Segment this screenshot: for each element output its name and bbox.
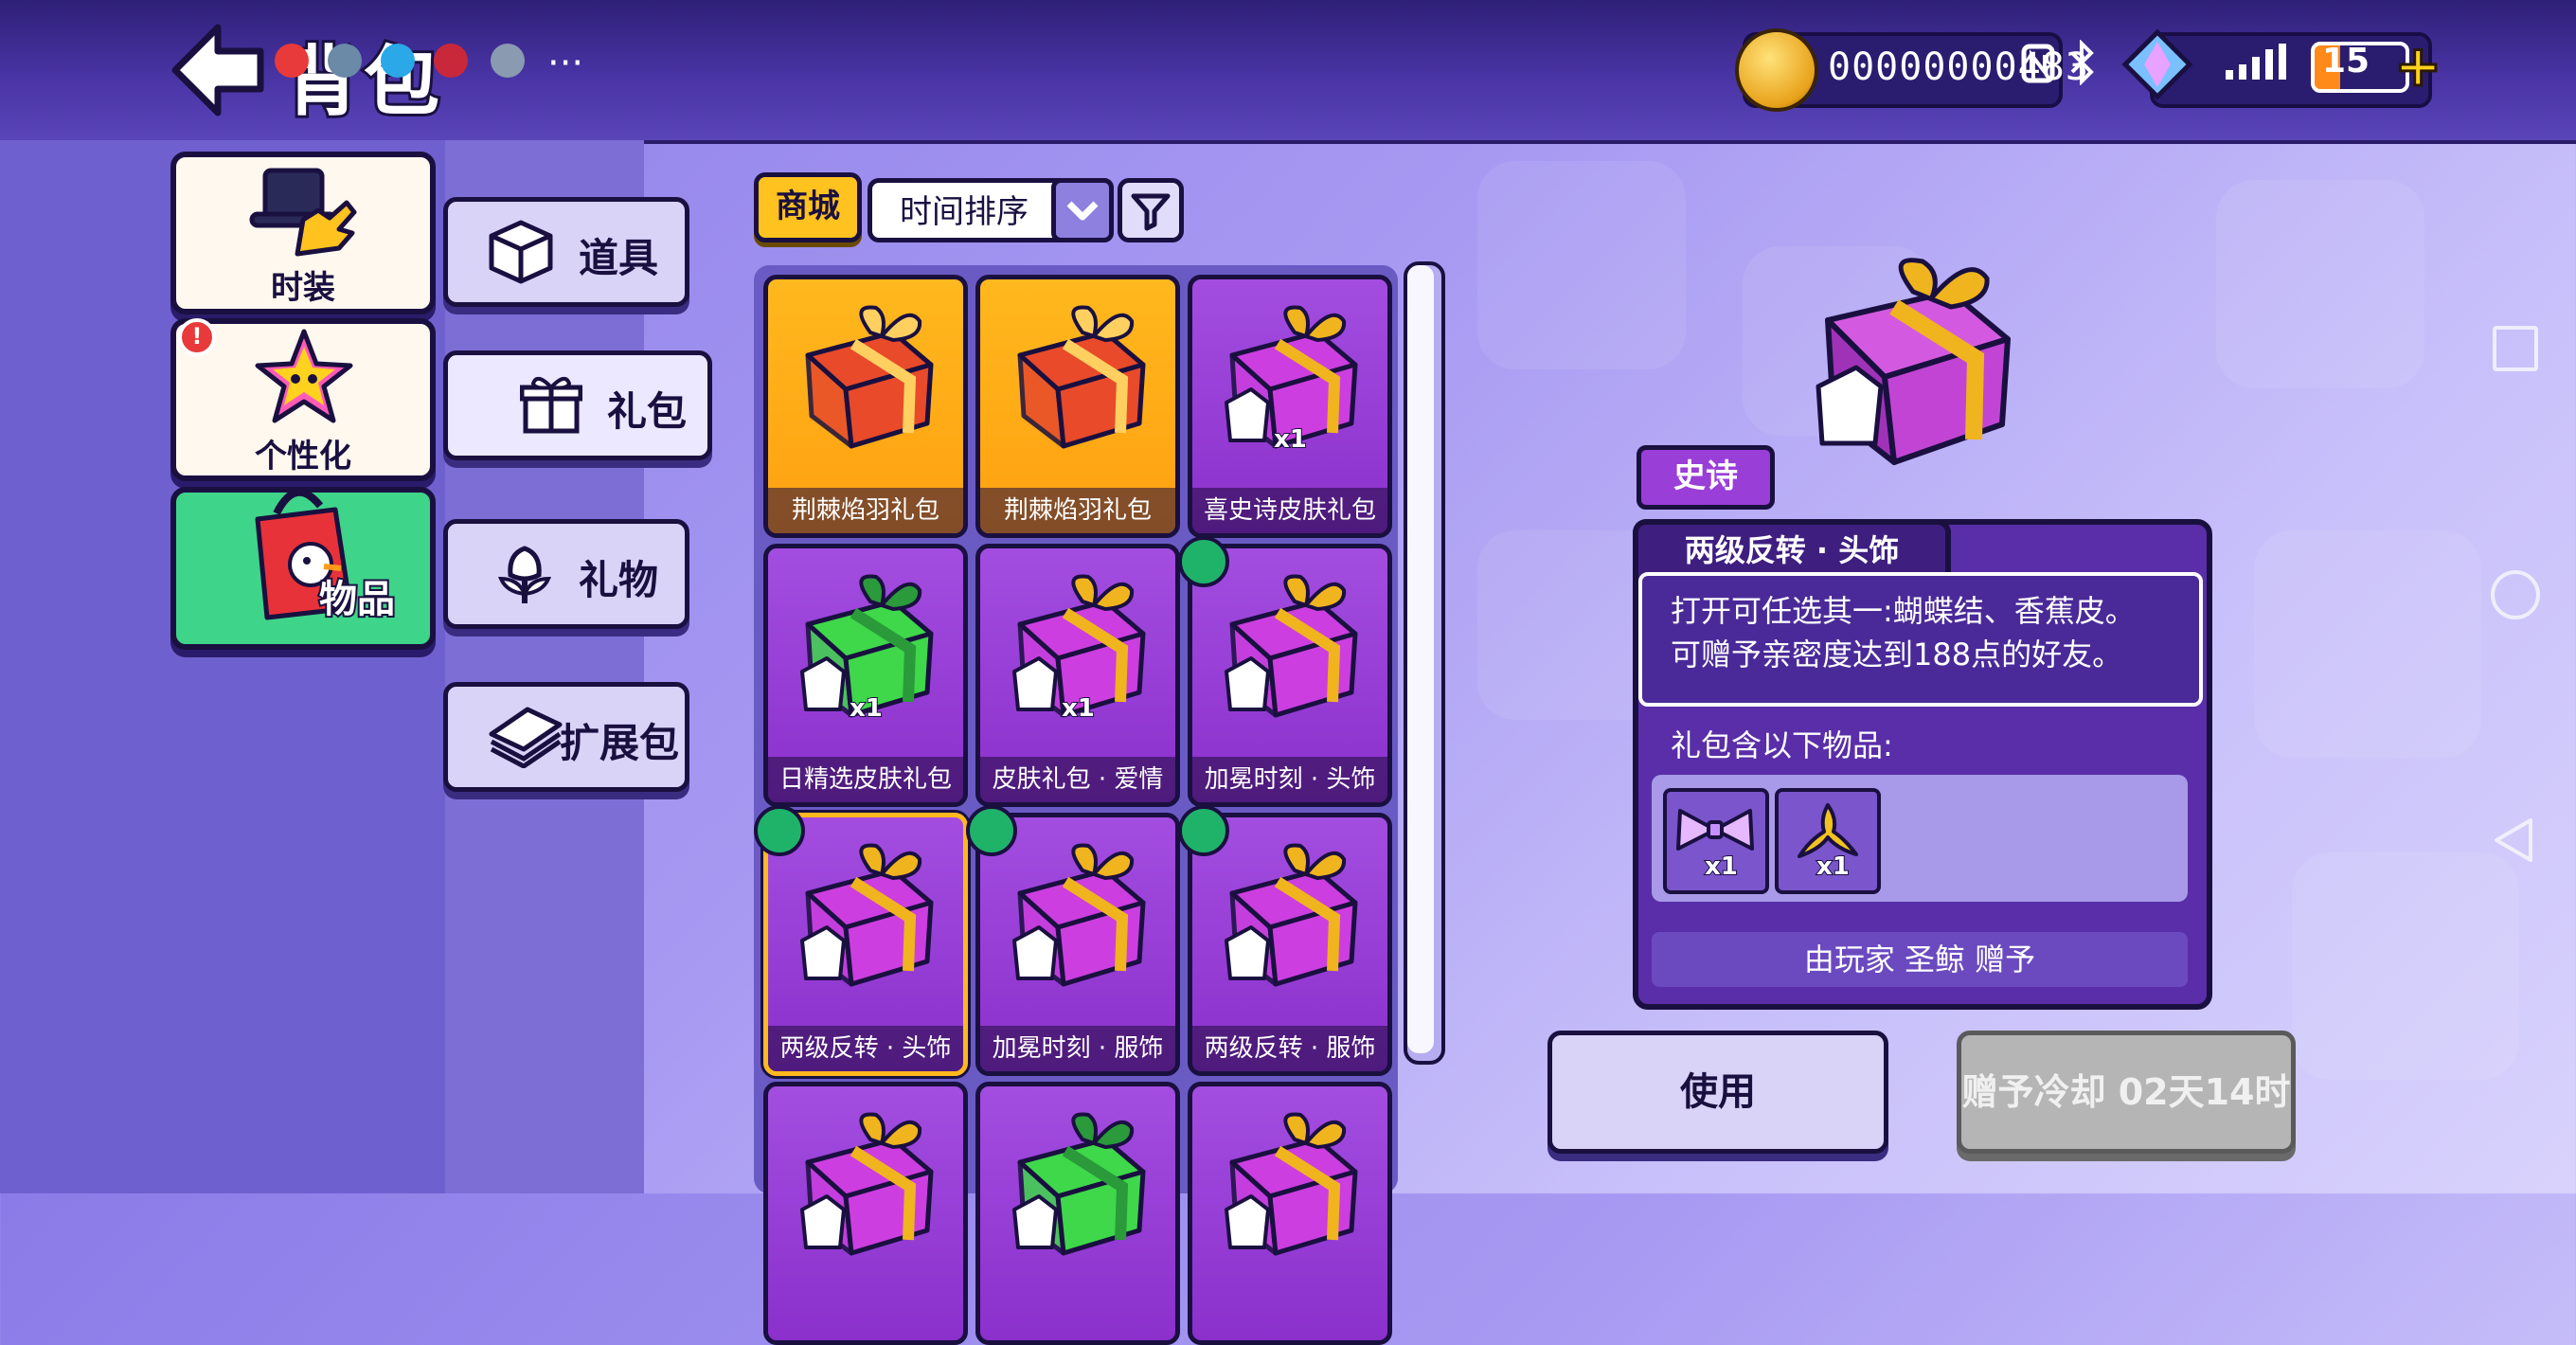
crystal-icon bbox=[2121, 28, 2193, 104]
notification-icon bbox=[275, 44, 309, 78]
tab-presents[interactable]: 礼物 bbox=[443, 519, 689, 629]
item-cell[interactable]: x1 日精选皮肤礼包 bbox=[763, 544, 968, 807]
top-hat-glove-icon bbox=[249, 168, 357, 257]
category-items[interactable]: 物品 bbox=[170, 487, 436, 650]
item-name: 喜史诗皮肤礼包 bbox=[1192, 488, 1387, 533]
gift-box-icon bbox=[1225, 574, 1358, 718]
item-description: 打开可任选其一:蝴蝶结、香蕉皮。 可赠予亲密度达到188点的好友。 bbox=[1638, 572, 2203, 707]
item-name: 荆棘焰羽礼包 bbox=[980, 488, 1175, 533]
tab-gift-packs[interactable]: 礼包 bbox=[443, 350, 712, 460]
add-currency-button[interactable]: + bbox=[2392, 37, 2442, 97]
flame-gift-icon bbox=[1017, 305, 1146, 449]
sort-dropdown-button[interactable] bbox=[1051, 178, 1114, 242]
item-name: 日精选皮肤礼包 bbox=[768, 757, 963, 802]
app-status-icon bbox=[381, 44, 415, 78]
alert-badge: ! bbox=[178, 318, 216, 356]
filter-button[interactable] bbox=[1118, 178, 1184, 242]
item-name: 两级反转 · 头饰 bbox=[768, 1026, 963, 1071]
shop-button[interactable]: 商城 bbox=[754, 172, 862, 242]
content-item[interactable]: x1 bbox=[1663, 788, 1769, 894]
scrollbar-thumb[interactable] bbox=[1407, 265, 1434, 1053]
gift-box-icon bbox=[800, 843, 934, 987]
item-name: 加冕时刻 · 服饰 bbox=[980, 1026, 1175, 1071]
battery-level: 15 bbox=[2322, 42, 2370, 81]
category-label: 时装 bbox=[271, 269, 335, 307]
item-cell[interactable]: 两级反转 · 头饰 bbox=[763, 813, 968, 1076]
giver-info: 由玩家 圣鲸 赠予 bbox=[1652, 932, 2188, 987]
item-cell[interactable]: 加冕时刻 · 头饰 bbox=[1188, 544, 1392, 807]
rarity-tag: 史诗 bbox=[1637, 445, 1775, 510]
category-label: 物品 bbox=[317, 576, 397, 623]
contents-label: 礼包含以下物品: bbox=[1671, 727, 1893, 763]
chevron-down-icon bbox=[1066, 201, 1099, 221]
item-cell[interactable]: x1 喜史诗皮肤礼包 bbox=[1188, 275, 1392, 538]
recent-apps-icon[interactable] bbox=[2493, 326, 2538, 371]
item-qty: x1 bbox=[849, 693, 884, 724]
item-name: 荆棘焰羽礼包 bbox=[768, 488, 963, 533]
gift-badge-icon bbox=[966, 805, 1017, 856]
gift-box-icon bbox=[1225, 1112, 1358, 1256]
item-cell[interactable] bbox=[763, 1082, 968, 1345]
content-qty: x1 bbox=[1704, 852, 1739, 882]
sort-label: 时间排序 bbox=[900, 193, 1029, 231]
app-status-icon bbox=[434, 44, 468, 78]
item-cell[interactable]: 荆棘焰羽礼包 bbox=[763, 275, 968, 538]
content-item[interactable]: x1 bbox=[1775, 788, 1881, 894]
item-cell[interactable]: x1 皮肤礼包 · 爱情 bbox=[975, 544, 1180, 807]
tab-label: 道具 bbox=[579, 235, 659, 281]
gift-box-icon bbox=[1012, 1112, 1146, 1256]
item-qty: x1 bbox=[1273, 424, 1308, 455]
star-face-icon bbox=[255, 329, 353, 423]
gift-icon bbox=[520, 376, 582, 434]
category-fashion[interactable]: 时装 bbox=[170, 152, 436, 314]
item-cell[interactable] bbox=[975, 1082, 1180, 1345]
gift-badge-icon bbox=[1178, 536, 1229, 587]
tab-tools[interactable]: 道具 bbox=[443, 197, 689, 307]
back-button[interactable] bbox=[170, 23, 265, 117]
description-line: 打开可任选其一:蝴蝶结、香蕉皮。 bbox=[1671, 593, 2136, 629]
contents-list: x1 x1 bbox=[1652, 775, 2188, 902]
app-status-icon bbox=[491, 44, 525, 78]
item-detail-title: 两级反转 · 头饰 bbox=[1633, 519, 1951, 578]
back-arrow-icon bbox=[171, 24, 264, 117]
content-qty: x1 bbox=[1816, 852, 1851, 882]
status-more: ··· bbox=[547, 42, 584, 85]
filter-icon bbox=[1131, 193, 1171, 231]
tab-label: 扩展包 bbox=[560, 720, 680, 766]
page-title: 背包 bbox=[281, 35, 443, 129]
item-cell[interactable]: 两级反转 · 服饰 bbox=[1188, 813, 1392, 1076]
item-qty: x1 bbox=[1061, 693, 1096, 724]
item-cell[interactable] bbox=[1188, 1082, 1392, 1345]
item-name: 皮肤礼包 · 爱情 bbox=[980, 757, 1175, 802]
gift-badge-icon bbox=[754, 805, 805, 856]
gift-box-icon bbox=[1225, 843, 1358, 987]
signal-icon bbox=[2224, 44, 2299, 85]
use-button[interactable]: 使用 bbox=[1547, 1031, 1888, 1154]
item-name: 加冕时刻 · 头饰 bbox=[1192, 757, 1387, 802]
nfc-icon bbox=[2021, 44, 2055, 87]
flower-icon bbox=[497, 546, 552, 603]
gift-box-icon bbox=[1816, 258, 2011, 465]
item-cell[interactable]: 荆棘焰羽礼包 bbox=[975, 275, 1180, 538]
tab-label: 礼包 bbox=[607, 388, 688, 435]
home-icon[interactable] bbox=[2491, 570, 2540, 619]
flame-gift-icon bbox=[805, 305, 934, 449]
category-label: 个性化 bbox=[255, 438, 351, 475]
item-name: 两级反转 · 服饰 bbox=[1192, 1026, 1387, 1071]
back-nav-icon[interactable] bbox=[2491, 816, 2536, 868]
gift-box-icon bbox=[1012, 843, 1146, 987]
gift-cooldown-button[interactable]: 赠予冷却 02天14时 bbox=[1957, 1031, 2296, 1154]
gift-box-icon bbox=[800, 1112, 934, 1256]
gift-badge-icon bbox=[1178, 805, 1229, 856]
bluetooth-icon bbox=[2068, 39, 2097, 89]
coin-icon bbox=[1735, 28, 1818, 112]
tab-expansions[interactable]: 扩展包 bbox=[443, 682, 689, 792]
tab-label: 礼物 bbox=[579, 557, 659, 603]
bow-icon bbox=[1676, 809, 1754, 851]
item-cell[interactable]: 加冕时刻 · 服饰 bbox=[975, 813, 1180, 1076]
cards-icon bbox=[489, 707, 563, 768]
app-status-icon bbox=[328, 44, 362, 78]
description-line: 可赠予亲密度达到188点的好友。 bbox=[1671, 637, 2123, 672]
cube-icon bbox=[489, 220, 553, 284]
